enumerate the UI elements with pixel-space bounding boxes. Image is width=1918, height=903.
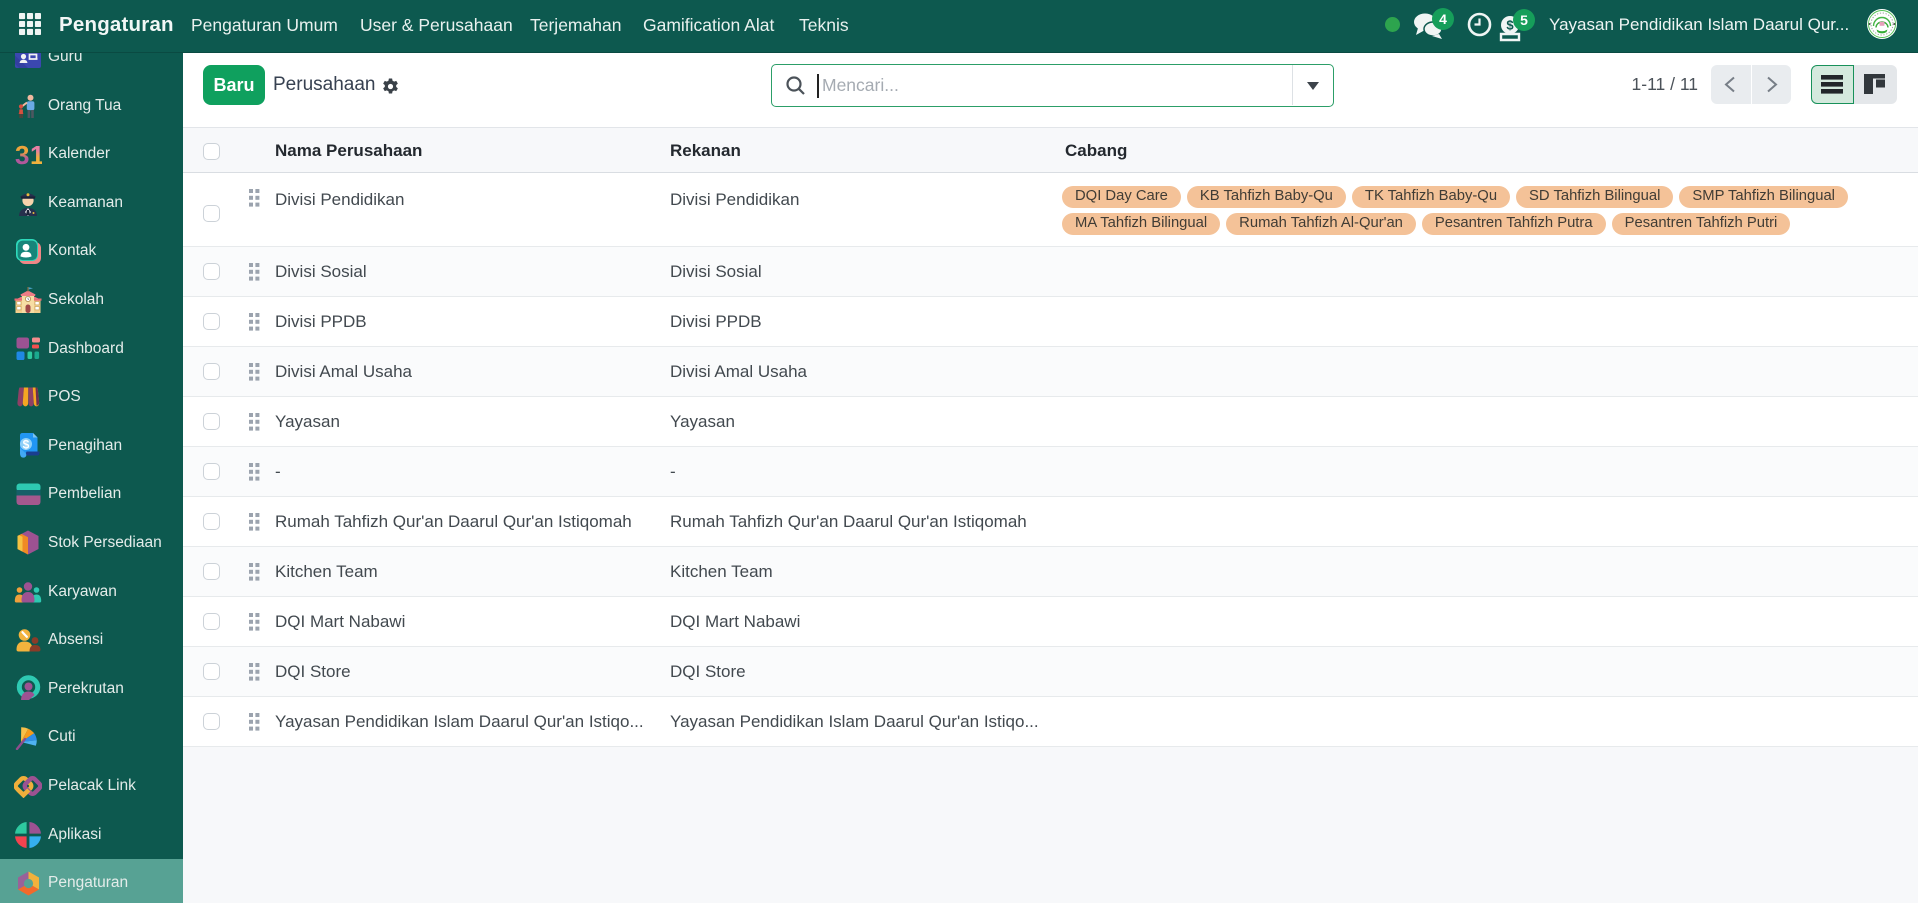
svg-text:$: $ [22,438,29,452]
svg-text:1: 1 [30,140,42,168]
svg-text:3: 3 [15,140,29,168]
